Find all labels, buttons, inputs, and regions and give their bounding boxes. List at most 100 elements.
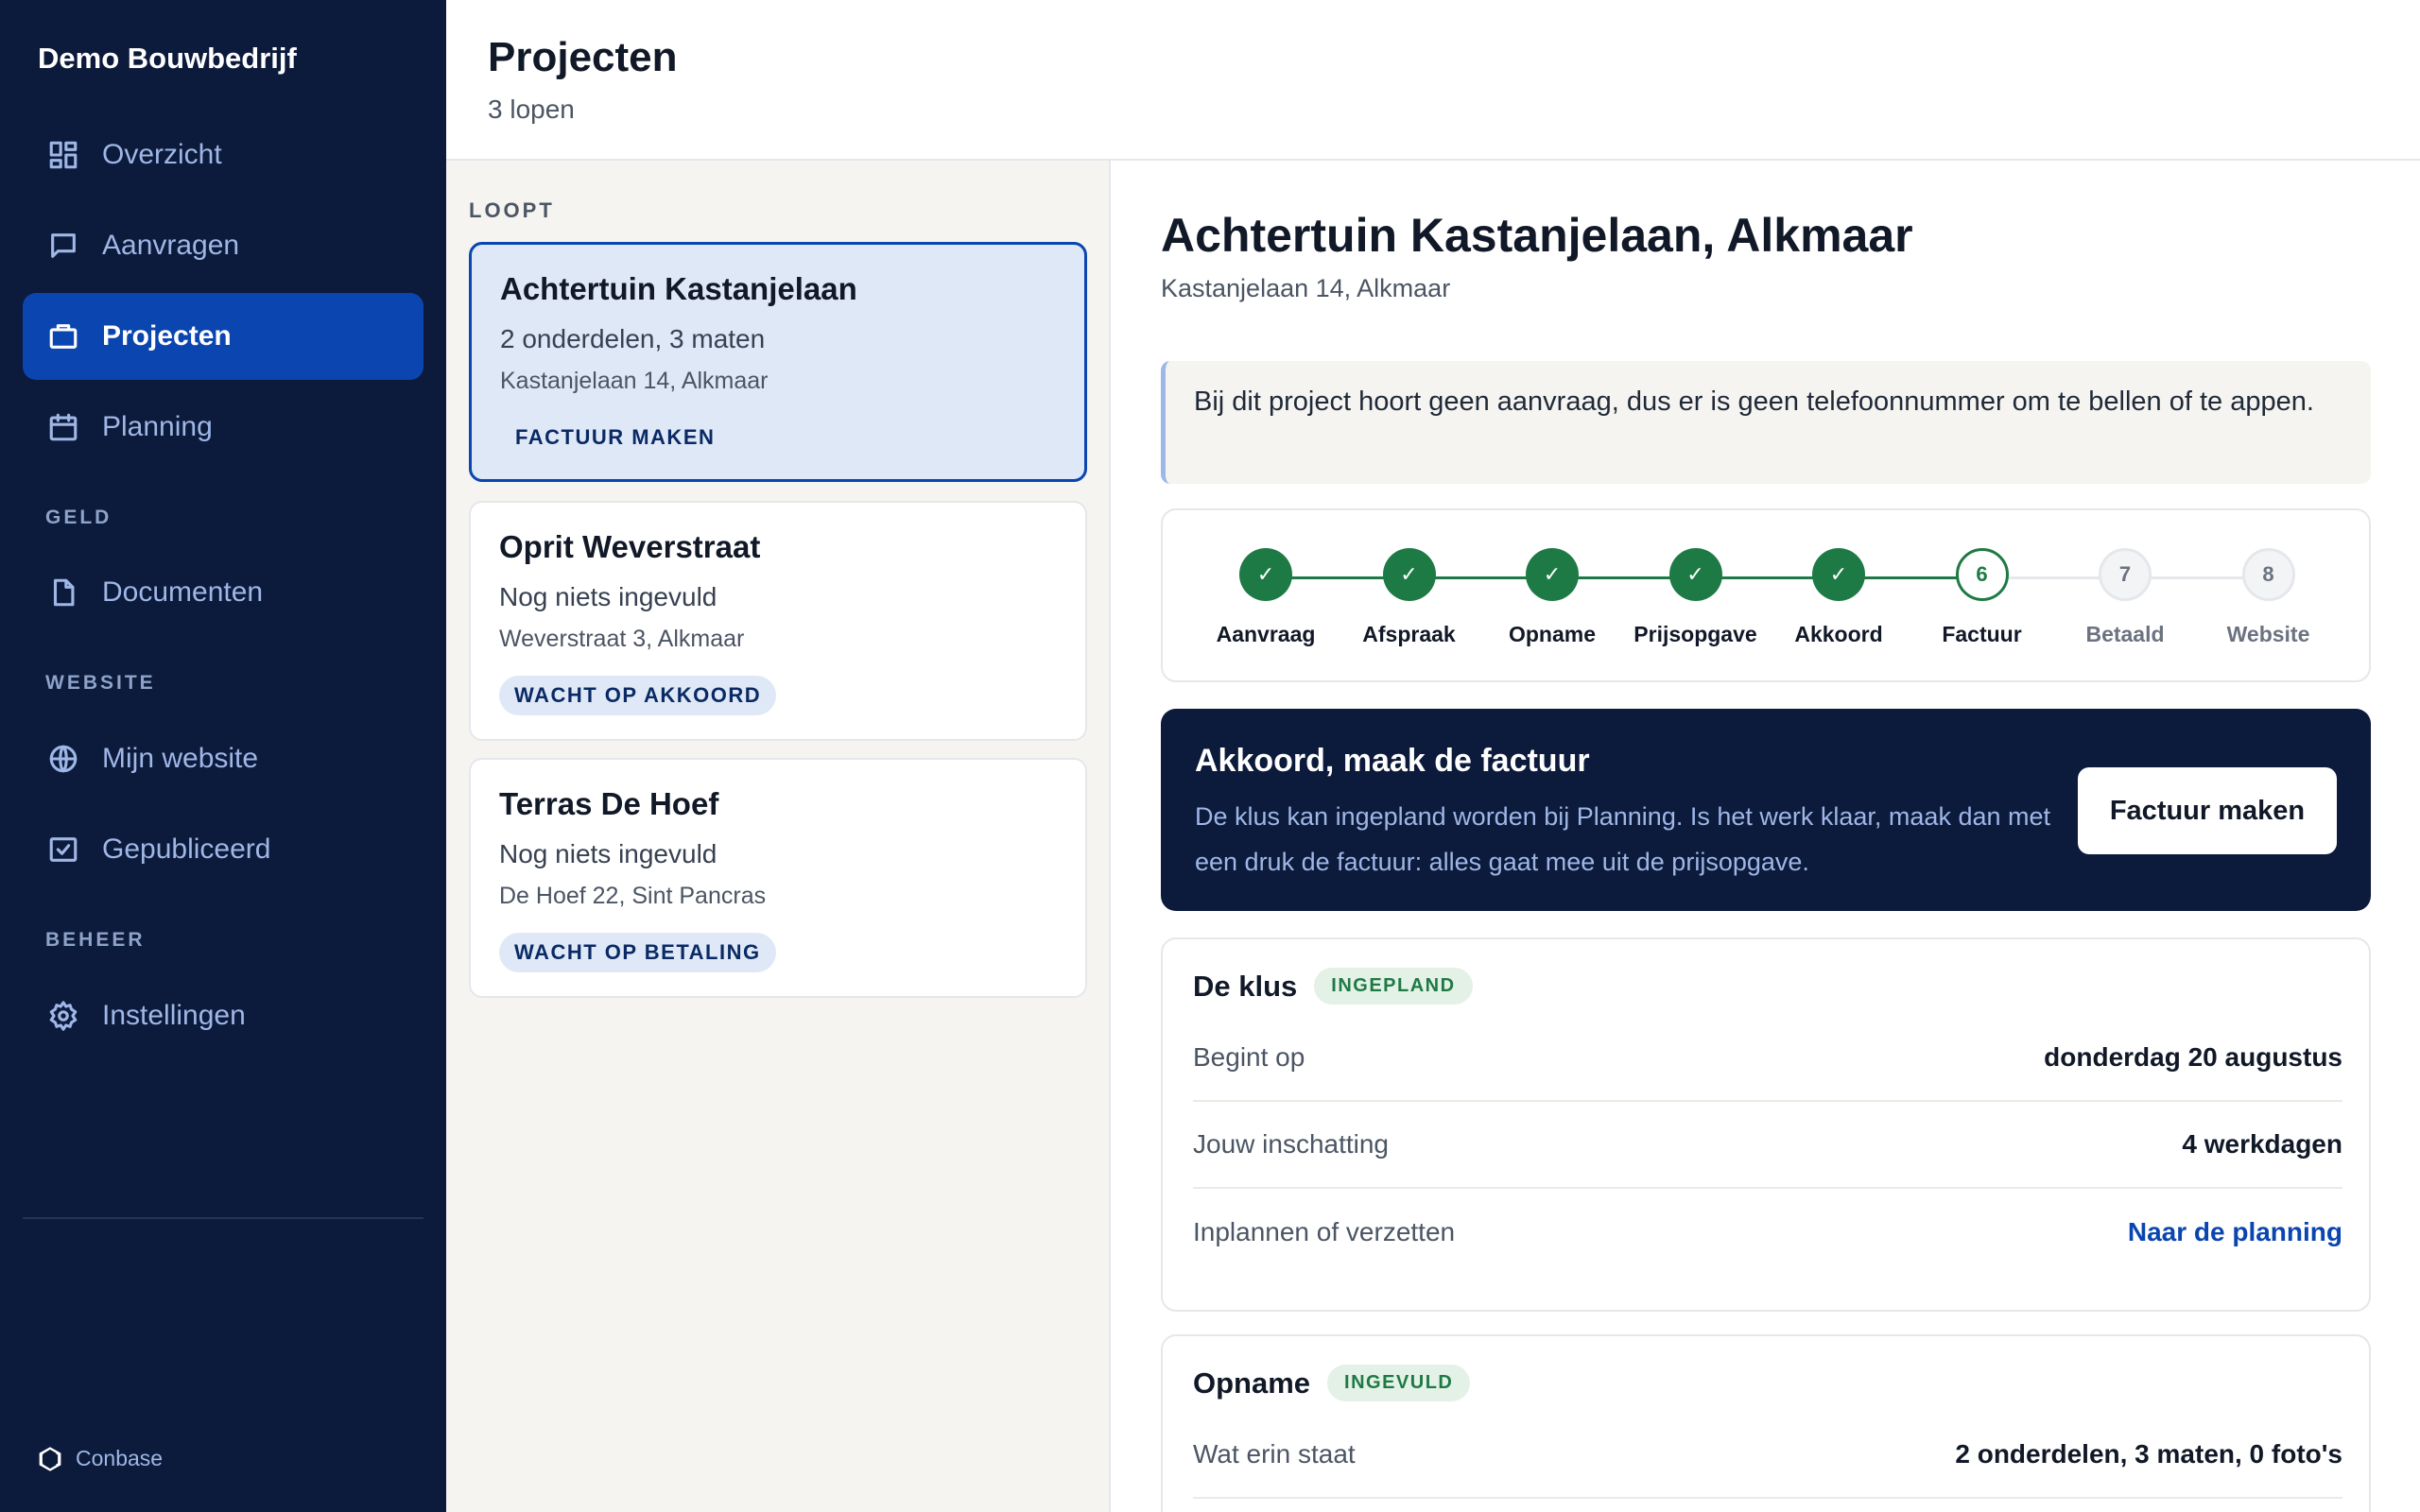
step-label: Prijsopgave xyxy=(1634,622,1757,646)
check-icon: ✓ xyxy=(1239,548,1292,601)
project-summary: 2 onderdelen, 3 maten xyxy=(500,324,766,353)
step-website: 8 Website xyxy=(2198,548,2340,647)
check-icon: ✓ xyxy=(1526,548,1579,601)
globe-icon xyxy=(47,743,79,775)
step-afspraak: ✓ Afspraak xyxy=(1339,548,1480,647)
step-number: 7 xyxy=(2099,548,2152,601)
page-title: Projecten xyxy=(488,34,678,80)
row-value: donderdag 20 augustus xyxy=(2044,1042,2342,1072)
job-card: De klus INGEPLAND Begint op donderdag 20… xyxy=(1161,937,2371,1312)
step-label: Aanvraag xyxy=(1216,622,1316,646)
step-label: Website xyxy=(2226,622,2310,646)
step-label: Opname xyxy=(1508,622,1597,646)
sidebar-divider xyxy=(23,1217,424,1219)
nav-documenten[interactable]: Documenten xyxy=(23,549,424,636)
step-label: Betaald xyxy=(2085,622,2165,646)
project-summary: Nog niets ingevuld xyxy=(499,839,717,868)
calendar-icon xyxy=(47,411,79,443)
action-text: De klus kan ingepland worden bij Plannin… xyxy=(1195,802,2051,876)
status-badge: WACHT OP BETALING xyxy=(499,933,776,972)
project-card[interactable]: Achtertuin Kastanjelaan 2 onderdelen, 3 … xyxy=(469,242,1087,482)
survey-row-content: Wat erin staat 2 onderdelen, 3 maten, 0 … xyxy=(1193,1412,2342,1499)
project-address: Weverstraat 3, Alkmaar xyxy=(499,626,745,652)
message-icon xyxy=(47,230,79,262)
status-badge: WACHT OP AKKOORD xyxy=(499,676,777,715)
step-number: 6 xyxy=(1955,548,2009,601)
progress-stepper: ✓ Aanvraag ✓ Afspraak ✓ Opname ✓ Prijsopgave ✓ Ak… xyxy=(1161,508,2371,682)
step-prijsopgave: ✓ Prijsopgave xyxy=(1625,548,1767,647)
nav-overzicht[interactable]: Overzicht xyxy=(23,112,424,198)
brand-name: Demo Bouwbedrijf xyxy=(38,42,297,75)
nav-label: Documenten xyxy=(102,576,264,608)
nav-planning[interactable]: Planning xyxy=(23,384,424,471)
nav-instellingen[interactable]: Instellingen xyxy=(23,972,424,1059)
project-list: LOOPT Achtertuin Kastanjelaan 2 onderdel… xyxy=(446,161,1111,1512)
footer-brand[interactable]: Conbase xyxy=(38,1446,163,1471)
project-title: Terras De Hoef xyxy=(499,786,719,821)
action-banner: Akkoord, maak de factuur De klus kan ing… xyxy=(1161,709,2371,911)
project-card[interactable]: Oprit Weverstraat Nog niets ingevuld Wev… xyxy=(469,501,1087,741)
conbase-logo-icon xyxy=(39,1446,61,1471)
status-badge: INGEPLAND xyxy=(1314,968,1473,1005)
project-address: De Hoef 22, Sint Pancras xyxy=(499,883,767,909)
check-icon: ✓ xyxy=(1668,548,1722,601)
nav-label: Mijn website xyxy=(102,743,259,774)
step-label: Akkoord xyxy=(1794,622,1883,646)
nav-mijn-website[interactable]: Mijn website xyxy=(23,715,424,802)
step-betaald: 7 Betaald xyxy=(2054,548,2196,647)
job-card-title: De klus xyxy=(1193,969,1298,1003)
nav-label: Gepubliceerd xyxy=(102,833,271,865)
nav-aanvragen[interactable]: Aanvragen xyxy=(23,202,424,289)
check-icon: ✓ xyxy=(1812,548,1865,601)
nav-label: Planning xyxy=(102,411,213,442)
row-label: Inplannen of verzetten xyxy=(1193,1217,1456,1246)
status-badge: FACTUUR MAKEN xyxy=(515,425,716,449)
section-beheer: BEHEER xyxy=(45,929,146,951)
check-icon: ✓ xyxy=(1382,548,1436,601)
action-title: Akkoord, maak de factuur xyxy=(1195,743,1590,779)
step-number: 8 xyxy=(2241,548,2295,601)
nav-gepubliceerd[interactable]: Gepubliceerd xyxy=(23,806,424,893)
step-akkoord: ✓ Akkoord xyxy=(1768,548,1910,647)
survey-card-title: Opname xyxy=(1193,1366,1311,1400)
step-factuur: 6 Factuur xyxy=(1911,548,2053,647)
project-title: Oprit Weverstraat xyxy=(499,529,761,564)
step-aanvraag: ✓ Aanvraag xyxy=(1195,548,1337,647)
project-address: Kastanjelaan 14, Alkmaar xyxy=(500,368,769,394)
project-card[interactable]: Terras De Hoef Nog niets ingevuld De Hoe… xyxy=(469,758,1087,998)
footer-brand-label: Conbase xyxy=(76,1446,164,1470)
row-label: Begint op xyxy=(1193,1042,1305,1072)
job-card-header: De klus INGEPLAND xyxy=(1193,968,1473,1005)
section-website: WEBSITE xyxy=(45,672,156,694)
row-value: 4 werkdagen xyxy=(2182,1129,2342,1159)
nav-label: Instellingen xyxy=(102,1000,246,1031)
document-icon xyxy=(47,576,79,609)
project-detail-address: Kastanjelaan 14, Alkmaar xyxy=(1161,274,1451,302)
nav-label: Aanvragen xyxy=(102,230,240,261)
job-row-schedule: Inplannen of verzetten Naar de planning xyxy=(1193,1189,2342,1276)
sidebar: Demo Bouwbedrijf Overzicht Aanvragen Pro… xyxy=(0,0,446,1512)
project-detail: Achtertuin Kastanjelaan, Alkmaar Kastanj… xyxy=(1111,161,2420,1512)
info-notice: Bij dit project hoort geen aanvraag, dus… xyxy=(1161,361,2371,484)
row-label: Jouw inschatting xyxy=(1193,1129,1390,1159)
nav-projecten[interactable]: Projecten xyxy=(23,293,424,380)
step-label: Factuur xyxy=(1942,622,2022,646)
project-summary: Nog niets ingevuld xyxy=(499,582,717,611)
create-invoice-button[interactable]: Factuur maken xyxy=(2078,767,2337,854)
briefcase-icon xyxy=(47,320,79,352)
check-square-icon xyxy=(47,833,79,866)
planning-link[interactable]: Naar de planning xyxy=(2128,1217,2342,1247)
survey-card: Opname INGEVULD Wat erin staat 2 onderde… xyxy=(1161,1334,2371,1512)
project-title: Achtertuin Kastanjelaan xyxy=(500,271,857,306)
list-heading: LOOPT xyxy=(469,198,555,222)
project-detail-title: Achtertuin Kastanjelaan, Alkmaar xyxy=(1161,209,1913,262)
dashboard-icon xyxy=(47,139,79,171)
step-label: Afspraak xyxy=(1362,622,1456,646)
row-value: 2 onderdelen, 3 maten, 0 foto's xyxy=(1955,1439,2342,1469)
page-header: Projecten 3 lopen xyxy=(446,0,2420,161)
step-opname: ✓ Opname xyxy=(1481,548,1623,647)
nav-label: Projecten xyxy=(102,320,232,352)
job-row-start: Begint op donderdag 20 augustus xyxy=(1193,1015,2342,1102)
row-label: Wat erin staat xyxy=(1193,1439,1356,1469)
page-subtitle: 3 lopen xyxy=(488,94,575,124)
